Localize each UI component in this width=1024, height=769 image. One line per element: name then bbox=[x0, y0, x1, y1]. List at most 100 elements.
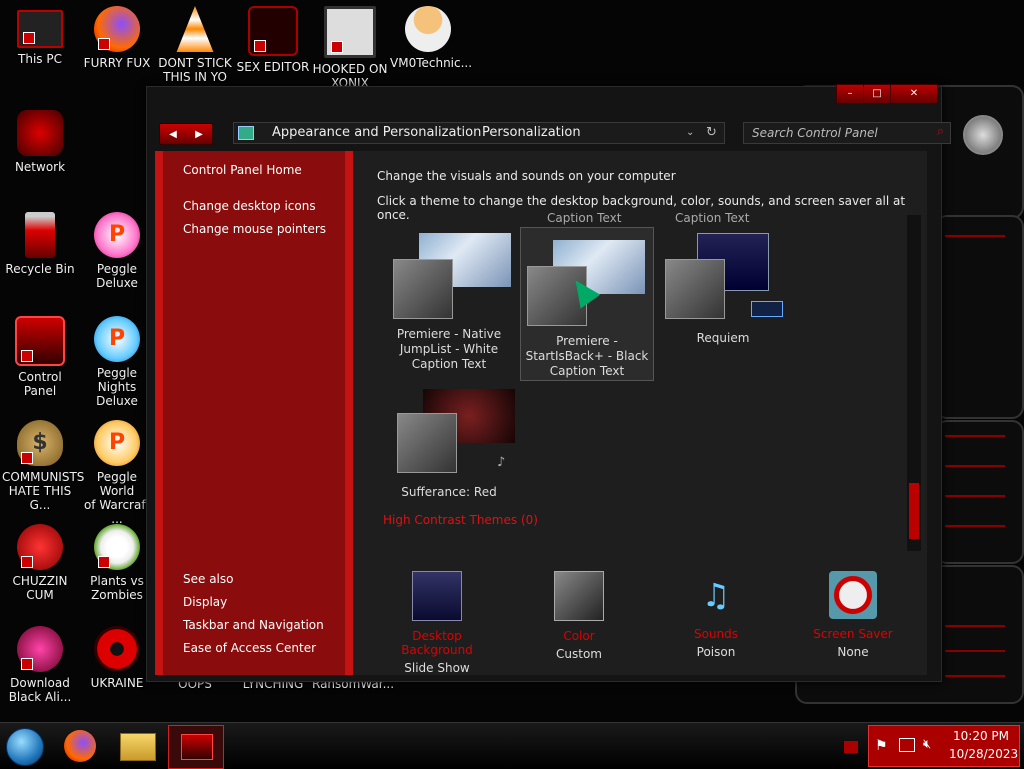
desktop-icon-vm0technic[interactable]: VM0Technic... bbox=[390, 6, 472, 70]
personalization-window: ◀ ▶ Appearance and Personalization Perso… bbox=[146, 86, 951, 682]
ease-of-access-link[interactable]: Ease of Access Center bbox=[183, 641, 316, 655]
maximize-button[interactable]: □ bbox=[863, 84, 891, 104]
desktop-icon-dont-stick[interactable]: DONT STICK THIS IN YO bbox=[157, 6, 233, 84]
peggle-icon: P bbox=[94, 212, 140, 258]
theme-window-preview bbox=[665, 259, 725, 319]
flag-icon[interactable]: ⚑ bbox=[875, 738, 888, 754]
desktop-icon-peggle-world[interactable]: P Peggle World of Warcraft ... bbox=[79, 420, 155, 526]
desktop-icon-plants-vs-zombies[interactable]: Plants vs Zombies bbox=[79, 524, 155, 602]
desktop-icon-recycle-bin[interactable]: Recycle Bin bbox=[2, 212, 78, 276]
desktop-icon-label: Network bbox=[14, 160, 66, 174]
address-bar[interactable]: Appearance and Personalization Personali… bbox=[233, 122, 725, 144]
desktop-icon-communists[interactable]: $ COMMUNISTS HATE THIS G... bbox=[2, 420, 85, 512]
peggle-icon: P bbox=[94, 420, 140, 466]
firefox-taskbar-icon[interactable] bbox=[64, 730, 96, 762]
control-panel-icon bbox=[238, 126, 254, 140]
theme-caption-cutoff: Caption Text bbox=[547, 213, 622, 225]
desktop-icon-label: Peggle Nights Deluxe bbox=[96, 366, 138, 408]
desktop-icon-network[interactable]: Network bbox=[2, 110, 78, 174]
clock-date[interactable]: 10/28/2023 bbox=[949, 747, 1018, 761]
editor-icon bbox=[248, 6, 298, 56]
forward-arrow-icon[interactable]: ▶ bbox=[195, 129, 203, 140]
screen-saver-setting[interactable]: Screen Saver None bbox=[793, 571, 913, 659]
desktop-icon-label: COMMUNISTS HATE THIS G... bbox=[2, 470, 85, 512]
desktop-icon-ukraine[interactable]: UKRAINE bbox=[79, 626, 155, 690]
taskbar-navigation-link[interactable]: Taskbar and Navigation bbox=[183, 618, 324, 632]
desktop-icon-download-black-alien[interactable]: Download Black Ali... bbox=[2, 626, 78, 704]
desktop-icon-label: CHUZZIN CUM bbox=[12, 574, 68, 602]
main-content: Change the visuals and sounds on your co… bbox=[353, 151, 927, 675]
desktop-icon-label: Control Panel bbox=[18, 370, 62, 398]
show-hidden-icons[interactable] bbox=[844, 741, 858, 753]
file-explorer-taskbar-icon[interactable] bbox=[120, 733, 156, 761]
breadcrumb-appearance[interactable]: Appearance and Personalization bbox=[272, 123, 481, 143]
control-panel-icon bbox=[181, 734, 213, 760]
speaker-muted-icon[interactable]: 🔇︎ bbox=[923, 737, 931, 752]
desktop-icon-chuzzin[interactable]: CHUZZIN CUM bbox=[2, 524, 78, 602]
close-button[interactable]: ✕ bbox=[890, 84, 938, 104]
theme-name: Premiere - Native JumpList - White Capti… bbox=[396, 327, 502, 371]
display-link[interactable]: Display bbox=[183, 595, 227, 609]
color-swatch-icon bbox=[554, 571, 604, 621]
color-setting[interactable]: Color Custom bbox=[519, 571, 639, 661]
sound-icon: ♪ bbox=[497, 455, 506, 470]
sound-icon bbox=[751, 301, 783, 317]
minimize-button[interactable]: – bbox=[836, 84, 864, 104]
back-forward-buttons[interactable]: ◀ ▶ bbox=[159, 123, 213, 145]
control-panel-home-link[interactable]: Control Panel Home bbox=[183, 163, 302, 177]
desktop-icon-label: SEX EDITOR bbox=[236, 60, 310, 74]
desktop-icon-hooked-on-xonix[interactable]: HOOKED ON XONIX bbox=[312, 6, 388, 90]
flower-icon bbox=[94, 524, 140, 570]
monitor-icon bbox=[17, 10, 63, 48]
alien-head-icon bbox=[963, 115, 1003, 155]
see-also-label: See also bbox=[183, 572, 234, 586]
desktop-icon-peggle-deluxe[interactable]: P Peggle Deluxe bbox=[79, 212, 155, 290]
theme-scrollbar[interactable] bbox=[907, 215, 921, 551]
setting-label: Screen Saver bbox=[813, 627, 893, 641]
window-caption-buttons: – □ ✕ bbox=[836, 84, 938, 104]
refresh-icon[interactable]: ↻ bbox=[706, 123, 717, 143]
desktop-icon-label: UKRAINE bbox=[90, 676, 144, 690]
control-panel-icon bbox=[15, 316, 65, 366]
desktop-icon-control-panel[interactable]: Control Panel bbox=[2, 316, 78, 398]
desktop-background-setting[interactable]: Desktop Background Slide Show bbox=[377, 571, 497, 675]
breadcrumb-personalization[interactable]: Personalization bbox=[482, 123, 581, 143]
desktop-icon-sex-editor[interactable]: SEX EDITOR bbox=[235, 6, 311, 74]
high-contrast-themes-link[interactable]: High Contrast Themes (0) bbox=[383, 513, 538, 527]
change-mouse-pointers-link[interactable]: Change mouse pointers bbox=[183, 222, 326, 236]
search-input[interactable]: Search Control Panel ⌕ bbox=[743, 122, 951, 144]
control-panel-taskbar-button[interactable] bbox=[168, 725, 224, 769]
setting-value: Slide Show bbox=[404, 661, 470, 675]
desktop-icon-label: FURRY FUX bbox=[83, 56, 151, 70]
setting-label: Desktop Background bbox=[401, 629, 473, 657]
desktop-icon-furry-fux[interactable]: FURRY FUX bbox=[79, 6, 155, 70]
desktop-background-icon bbox=[412, 571, 462, 621]
network-icon bbox=[17, 110, 63, 156]
theme-premiere-white[interactable]: Premiere - Native JumpList - White Capti… bbox=[383, 233, 515, 385]
desktop-icon-this-pc[interactable]: This PC bbox=[2, 6, 78, 66]
chevron-down-icon[interactable]: ⌄ bbox=[686, 123, 694, 143]
theme-list: Caption Text Caption Text Premiere - Nat… bbox=[363, 213, 907, 551]
change-desktop-icons-link[interactable]: Change desktop icons bbox=[183, 199, 316, 213]
setting-label: Sounds bbox=[693, 627, 739, 641]
screen-saver-none-icon bbox=[829, 571, 877, 619]
desktop-icon-peggle-nights[interactable]: P Peggle Nights Deluxe bbox=[79, 316, 155, 408]
navigation-bar: ◀ ▶ Appearance and Personalization Perso… bbox=[159, 121, 951, 147]
start-button[interactable] bbox=[6, 728, 44, 766]
desktop-icon-label: Peggle World of Warcraft ... bbox=[83, 470, 151, 526]
search-icon[interactable]: ⌕ bbox=[937, 122, 944, 142]
doctor-icon bbox=[405, 6, 451, 52]
system-tray: ⚑ 🔇︎ 10:20 PM 10/28/2023 bbox=[868, 725, 1020, 767]
network-icon[interactable] bbox=[899, 738, 915, 752]
maze-icon bbox=[324, 6, 376, 58]
recycle-bin-icon bbox=[25, 212, 55, 258]
back-arrow-icon[interactable]: ◀ bbox=[169, 129, 177, 140]
clock-time[interactable]: 10:20 PM bbox=[953, 729, 1009, 743]
theme-name: Requiem bbox=[696, 331, 750, 345]
vlc-cone-icon bbox=[176, 6, 214, 52]
task-sidebar: Control Panel Home Change desktop icons … bbox=[155, 151, 353, 675]
scrollbar-thumb[interactable] bbox=[909, 483, 919, 539]
theme-requiem[interactable]: Requiem bbox=[657, 233, 789, 385]
theme-premiere-black[interactable]: Premiere - StartIsBack+ - Black Caption … bbox=[520, 227, 654, 381]
sounds-setting[interactable]: ♫ Sounds Poison bbox=[656, 571, 776, 659]
